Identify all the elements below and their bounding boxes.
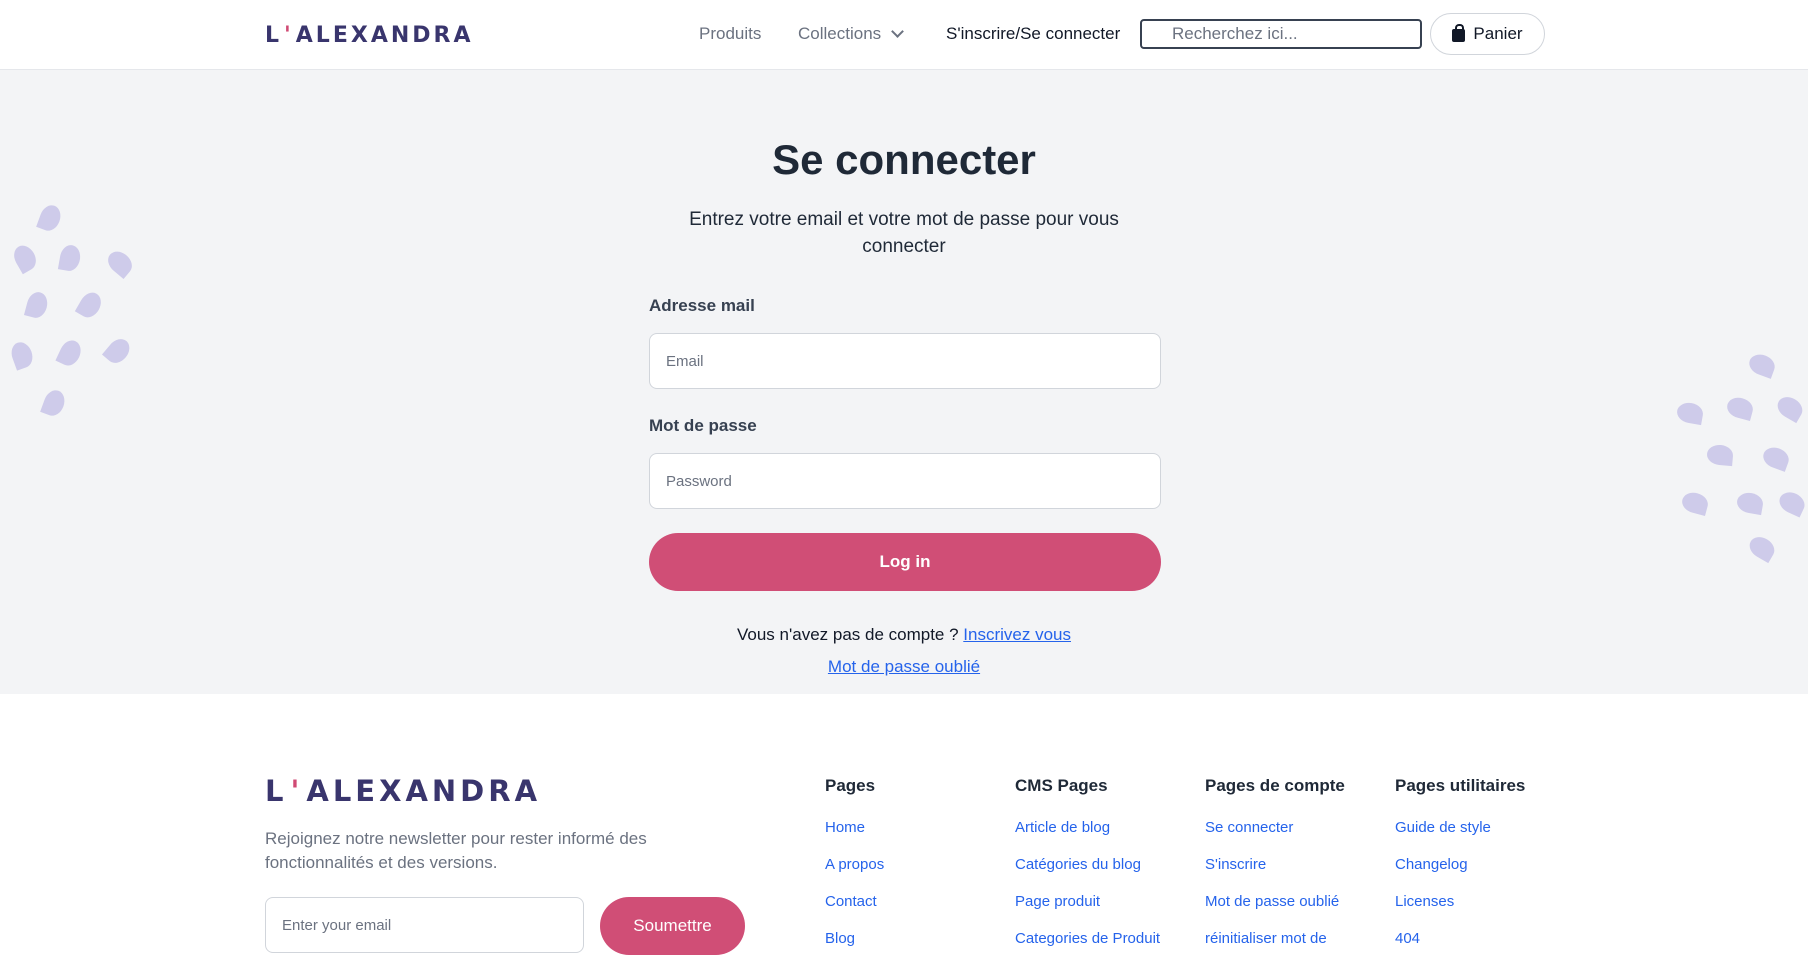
logo-apostrophe: ' — [290, 774, 304, 808]
decor-shape — [1724, 394, 1756, 422]
password-label: Mot de passe — [649, 416, 757, 435]
decor-shape — [36, 202, 64, 234]
brand-logo[interactable]: L ' ALEXANDRA — [265, 22, 473, 48]
logo-letter: L — [265, 22, 283, 48]
nav-collections[interactable]: Collections — [798, 24, 905, 44]
decor-shape — [1773, 392, 1807, 424]
decor-shape — [103, 246, 137, 280]
page-subtitle: Entrez votre email et votre mot de passe… — [689, 209, 1119, 257]
decor-shape — [1706, 443, 1734, 467]
footer-link[interactable]: A propos — [825, 856, 884, 893]
site-header: L ' ALEXANDRA Produits Collections S'inscr… — [0, 0, 1808, 70]
forgot-prompt: Mot de passe oublié — [0, 657, 1808, 677]
decor-shape — [1675, 400, 1705, 426]
footer-link[interactable]: Categories de Produit — [1015, 930, 1160, 957]
cart-label: Panier — [1473, 24, 1523, 43]
decor-shape — [1746, 351, 1778, 379]
footer-logo[interactable]: L ' ALEXANDRA — [265, 774, 541, 808]
decor-shape — [55, 336, 85, 370]
decor-shape — [23, 289, 51, 321]
decor-shape — [57, 243, 83, 273]
newsletter-email-field[interactable] — [265, 897, 584, 953]
nav-account-link[interactable]: S'inscrire/Se connecter — [946, 24, 1120, 44]
site-footer: L ' ALEXANDRA Rejoignez notre newsletter p… — [0, 694, 1808, 957]
decor-shape — [1735, 490, 1765, 516]
decor-shape — [9, 241, 41, 275]
shopping-bag-icon — [1452, 24, 1466, 42]
footer-link[interactable]: Article de blog — [1015, 819, 1160, 856]
forgot-password-link[interactable]: Mot de passe oublié — [828, 657, 980, 676]
logo-name: ALEXANDRA — [295, 22, 474, 48]
footer-link[interactable]: Mot de passe oublié — [1205, 893, 1345, 930]
page-title: Se connecter — [772, 136, 1036, 183]
footer-column-title: Pages — [825, 776, 876, 795]
decor-shape — [1745, 532, 1779, 564]
footer-column-cms: CMS Pages Article de blog Catégories du … — [1015, 776, 1160, 957]
footer-column-title: CMS Pages — [1015, 776, 1108, 795]
decor-shape — [101, 334, 135, 368]
newsletter-text: Rejoignez notre newsletter pour rester i… — [265, 829, 647, 872]
footer-link[interactable]: Changelog — [1395, 856, 1525, 893]
signup-prompt: Vous n'avez pas de compte ? Inscrivez vo… — [0, 625, 1808, 645]
decor-shape — [1775, 488, 1808, 518]
footer-link[interactable]: 404 — [1395, 930, 1525, 957]
footer-link[interactable]: Se connecter — [1205, 819, 1345, 856]
logo-apostrophe: ' — [284, 22, 294, 48]
nav-collections-label: Collections — [798, 24, 882, 43]
signup-link[interactable]: Inscrivez vous — [963, 625, 1071, 644]
newsletter-submit-button[interactable]: Soumettre — [600, 897, 745, 955]
footer-link[interactable]: Home — [825, 819, 884, 856]
footer-column-pages: Pages Home A propos Contact Blog — [825, 776, 884, 957]
logo-name: ALEXANDRA — [306, 774, 542, 808]
login-section: Se connecter Entrez votre email et votre… — [0, 70, 1808, 694]
decor-shape — [1760, 444, 1792, 472]
login-button[interactable]: Log in — [649, 533, 1161, 591]
footer-column-title: Pages de compte — [1205, 776, 1345, 795]
nav-produits[interactable]: Produits — [699, 24, 761, 44]
footer-link[interactable]: Contact — [825, 893, 884, 930]
search-input[interactable] — [1140, 19, 1422, 49]
footer-link[interactable]: Page produit — [1015, 893, 1160, 930]
password-field[interactable] — [649, 453, 1161, 509]
decor-shape — [1679, 489, 1711, 517]
footer-link[interactable]: Blog — [825, 930, 884, 957]
chevron-down-icon — [891, 25, 905, 38]
footer-column-title: Pages utilitaires — [1395, 776, 1526, 795]
decor-shape — [40, 387, 68, 419]
footer-link[interactable]: Catégories du blog — [1015, 856, 1160, 893]
email-label: Adresse mail — [649, 296, 755, 315]
decor-shape — [74, 288, 106, 322]
footer-column-utility: Pages utilitaires Guide de style Changel… — [1395, 776, 1525, 957]
footer-column-account: Pages de compte Se connecter S'inscrire … — [1205, 776, 1345, 957]
footer-link[interactable]: Licenses — [1395, 893, 1525, 930]
cart-button[interactable]: Panier — [1430, 13, 1545, 55]
footer-link[interactable]: Guide de style — [1395, 819, 1525, 856]
decor-shape — [8, 339, 36, 371]
footer-link[interactable]: S'inscrire — [1205, 856, 1345, 893]
email-field[interactable] — [649, 333, 1161, 389]
no-account-text: Vous n'avez pas de compte ? — [737, 625, 964, 644]
logo-letter: L — [265, 774, 288, 808]
footer-link[interactable]: réinitialiser mot de — [1205, 930, 1345, 957]
